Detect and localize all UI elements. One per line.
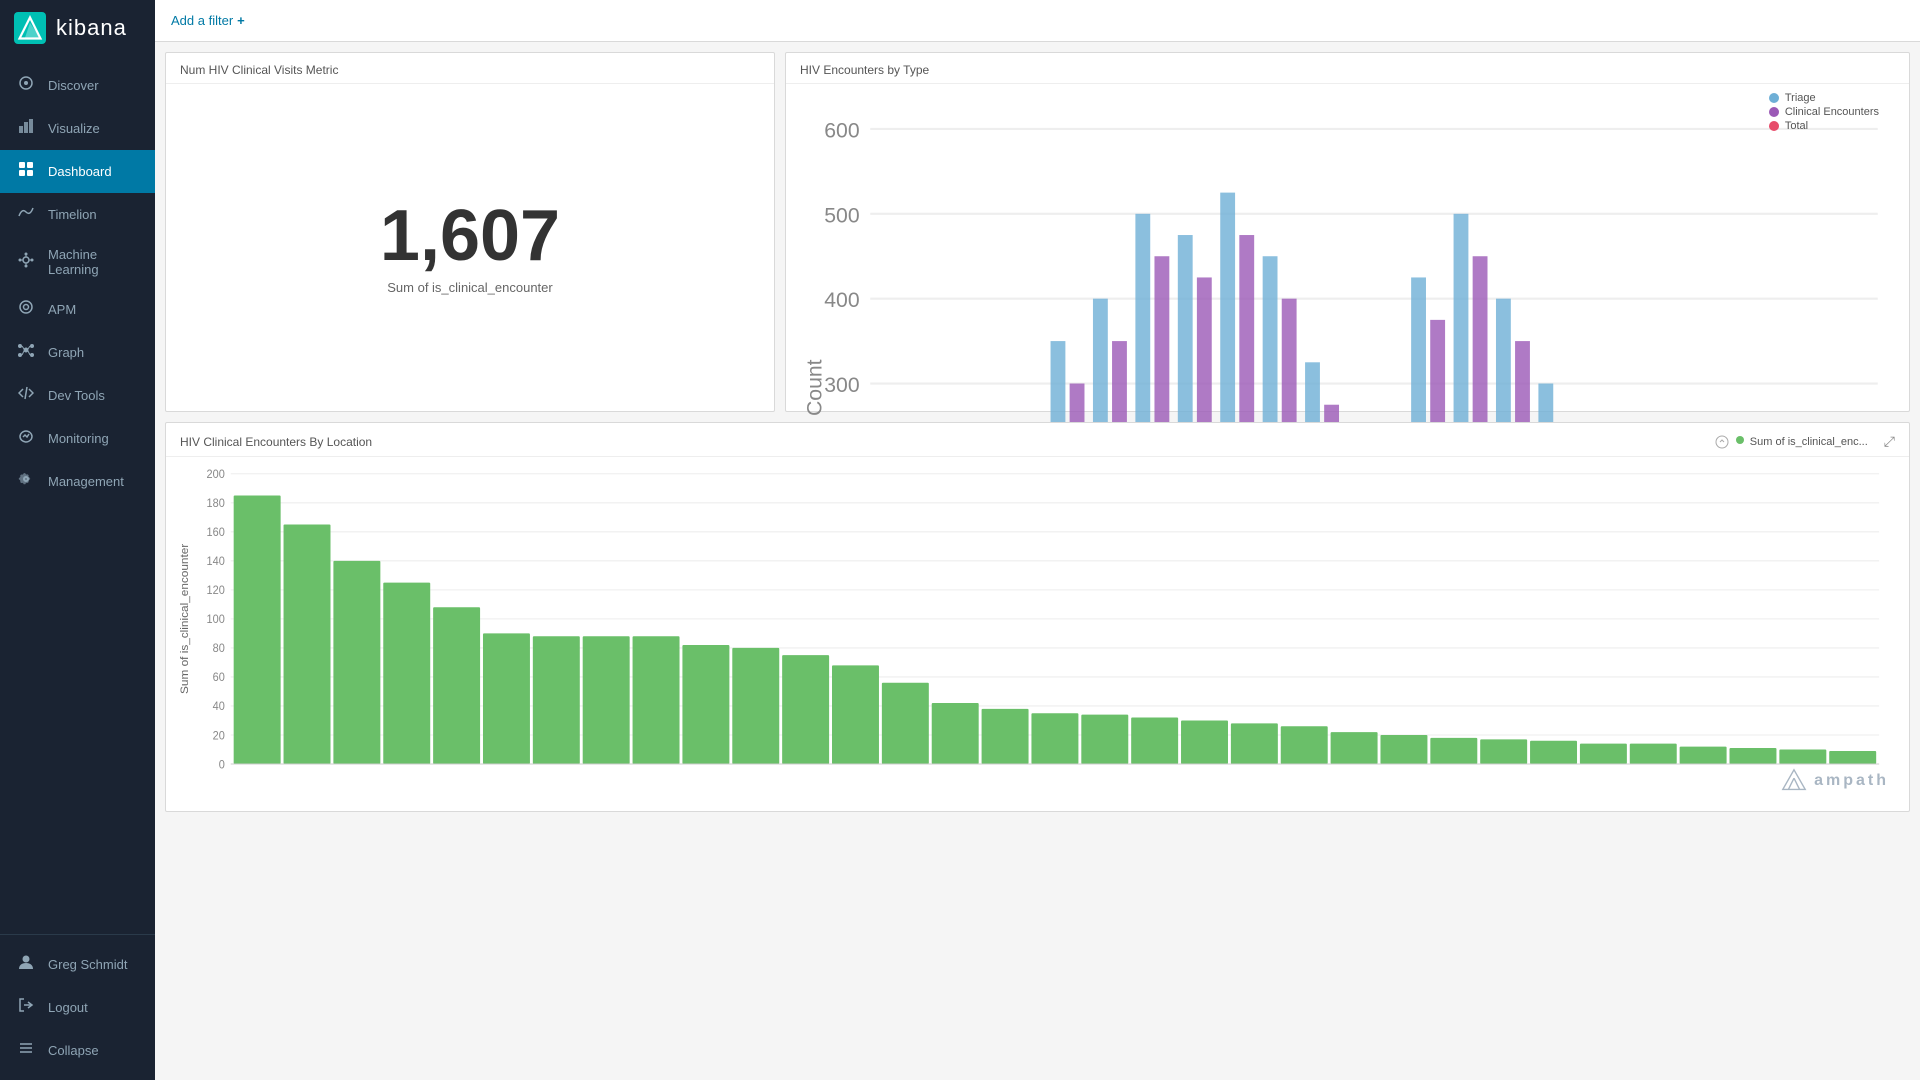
sidebar-item-machine-learning[interactable]: Machine Learning [0,236,155,288]
topbar: Add a filter + [155,0,1920,42]
sidebar-bottom: Greg Schmidt Logout Collapse [0,934,155,1080]
main-content: Add a filter + Num HIV Clinical Visits M… [155,0,1920,1080]
by-location-svg: 200180160140120100806040200Sum of is_cli… [176,463,1899,807]
monitoring-icon [16,428,36,449]
dev-tools-label: Dev Tools [48,388,105,403]
svg-text:500: 500 [824,204,859,227]
visualize-label: Visualize [48,121,100,136]
management-label: Management [48,474,124,489]
add-filter-button[interactable]: Add a filter + [171,13,245,28]
dev-tools-icon [16,385,36,406]
sidebar-item-dashboard[interactable]: Dashboard [0,150,155,193]
by-location-title: HIV Clinical Encounters By Location [180,435,372,449]
ampath-watermark: ampath [1780,767,1889,795]
main-nav: Discover Visualize Dashboar [0,56,155,934]
svg-text:100: 100 [207,614,225,626]
kibana-logo-icon [14,12,46,44]
timelion-label: Timelion [48,207,97,222]
svg-text:400: 400 [824,289,859,312]
monitoring-label: Monitoring [48,431,109,446]
svg-text:200: 200 [207,469,225,481]
legend-triage-label: Triage [1785,92,1816,104]
content-area: Num HIV Clinical Visits Metric 1,607 Sum… [155,42,1920,1080]
sidebar-item-timelion[interactable]: Timelion [0,193,155,236]
by-location-panel: HIV Clinical Encounters By Location Sum … [165,422,1910,812]
metric-panel: Num HIV Clinical Visits Metric 1,607 Sum… [165,52,775,412]
legend-clinical-label: Clinical Encounters [1785,106,1879,118]
by-location-legend-icon [1735,435,1745,448]
svg-text:0: 0 [219,759,225,771]
dashboard-label: Dashboard [48,164,112,179]
legend-triage: Triage [1768,92,1879,104]
add-filter-icon: + [237,13,245,28]
graph-label: Graph [48,345,84,360]
svg-text:80: 80 [213,643,225,655]
sidebar-item-graph[interactable]: Graph [0,331,155,374]
svg-text:180: 180 [207,498,225,510]
expand-icon[interactable]: ⤢ [1884,433,1895,450]
sidebar-item-dev-tools[interactable]: Dev Tools [0,374,155,417]
svg-text:120: 120 [207,585,225,597]
graph-icon [16,342,36,363]
timelion-icon [16,204,36,225]
top-panels: Num HIV Clinical Visits Metric 1,607 Sum… [165,52,1910,412]
visualize-icon [16,118,36,139]
svg-text:60: 60 [213,672,225,684]
encounters-type-panel: HIV Encounters by Type Triage Clinical E… [785,52,1910,412]
metric-panel-title: Num HIV Clinical Visits Metric [166,53,774,84]
sidebar-item-discover[interactable]: Discover [0,64,155,107]
user-icon [16,954,36,975]
encounters-type-legend: Triage Clinical Encounters Total [1768,92,1879,134]
by-location-header: HIV Clinical Encounters By Location Sum … [166,423,1909,457]
svg-text:Sum of is_clinical_encounter: Sum of is_clinical_encounter [179,544,191,694]
machine-learning-label: Machine Learning [48,247,139,277]
discover-icon [16,75,36,96]
sidebar-item-visualize[interactable]: Visualize [0,107,155,150]
legend-clinical: Clinical Encounters [1768,106,1879,118]
collapse-icon [16,1040,36,1061]
apm-label: APM [48,302,76,317]
svg-text:140: 140 [207,556,225,568]
logout-label: Logout [48,1000,88,1015]
svg-text:Count: Count [803,359,826,416]
add-filter-label: Add a filter [171,13,233,28]
svg-text:600: 600 [824,119,859,142]
metric-subtitle: Sum of is_clinical_encounter [387,280,552,295]
legend-total: Total [1768,120,1879,132]
sidebar-item-user[interactable]: Greg Schmidt [0,943,155,986]
metric-body: 1,607 Sum of is_clinical_encounter [166,84,774,411]
by-location-chart-body: 200180160140120100806040200Sum of is_cli… [166,457,1909,811]
collapse-label: Collapse [48,1043,99,1058]
user-label: Greg Schmidt [48,957,127,972]
sidebar-item-apm[interactable]: APM [0,288,155,331]
svg-text:40: 40 [213,701,225,713]
sidebar-logo[interactable]: kibana [0,0,155,56]
app-name: kibana [56,15,127,41]
sidebar-item-monitoring[interactable]: Monitoring [0,417,155,460]
svg-text:160: 160 [207,527,225,539]
encounters-type-title: HIV Encounters by Type [786,53,1909,84]
sidebar-item-logout[interactable]: Logout [0,986,155,1029]
discover-label: Discover [48,78,99,93]
by-location-legend-label: Sum of is_clinical_enc... [1750,436,1868,448]
management-icon [16,471,36,492]
sidebar-item-management[interactable]: Management [0,460,155,503]
svg-text:20: 20 [213,730,225,742]
dashboard-icon [16,161,36,182]
logout-icon [16,997,36,1018]
metric-value: 1,607 [380,200,560,272]
machine-learning-icon [16,252,36,273]
sidebar: kibana Discover Visualize [0,0,155,1080]
sidebar-item-collapse[interactable]: Collapse [0,1029,155,1072]
svg-text:300: 300 [824,374,859,397]
legend-total-label: Total [1785,120,1808,132]
apm-icon [16,299,36,320]
